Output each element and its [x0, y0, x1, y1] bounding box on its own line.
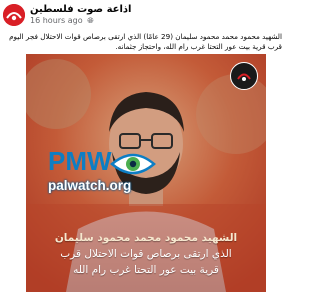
caption-line-2: الذي ارتقى برصاص قوات الاحتلال قرب [60, 248, 232, 260]
pmw-logo: PMW palwatch.org [44, 146, 174, 206]
post-image[interactable]: PMW palwatch.org الشهيد محمود محمد محمود… [26, 54, 266, 292]
pmw-title: PMW [48, 146, 112, 176]
image-caption: الشهيد محمود محمد محمود سليمان الذي ارتق… [26, 230, 266, 278]
page-avatar[interactable] [3, 4, 25, 26]
post-header: اذاعة صوت فلسطين 16 hours ago 🌐︎ [0, 0, 288, 30]
caption-line-1: الشهيد محمود محمد محمود سليمان [54, 232, 238, 244]
globe-icon: 🌐︎ [87, 16, 94, 25]
caption-line-3: قرية بيت عور التحتا غرب رام الله [73, 264, 219, 276]
station-watermark [230, 62, 258, 90]
post-text: الشهيد محمود محمد محمود سليمان (29 عامًا… [9, 32, 282, 51]
post-meta: 16 hours ago 🌐︎ [30, 16, 94, 26]
page-name[interactable]: اذاعة صوت فلسطين [30, 4, 131, 15]
post-time[interactable]: 16 hours ago [30, 16, 83, 25]
pmw-site: palwatch.org [48, 178, 132, 193]
eye-icon [110, 153, 156, 175]
